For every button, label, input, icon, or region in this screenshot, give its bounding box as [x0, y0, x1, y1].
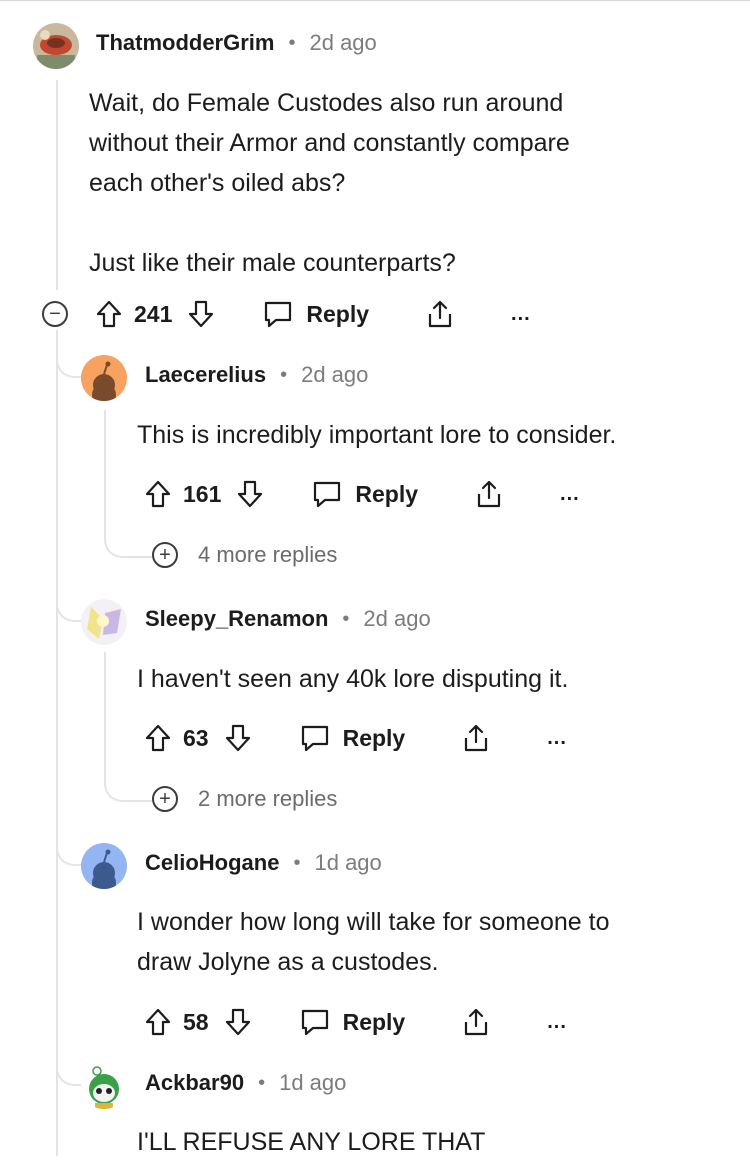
downvote-icon[interactable] [237, 479, 263, 509]
more-options-button[interactable]: ... [511, 303, 531, 326]
comment-author[interactable]: Ackbar90 [145, 1070, 244, 1096]
avatar-image [87, 607, 121, 639]
reply-label: Reply [342, 724, 406, 751]
comment-actions: 63 Reply ... [145, 716, 615, 760]
thread-line-root [56, 80, 58, 290]
thread-connector [56, 1040, 82, 1086]
comment-actions: 161 Reply ... [145, 472, 615, 516]
upvote-icon[interactable] [145, 479, 171, 509]
avatar-image [89, 1066, 119, 1109]
comment-author[interactable]: ThatmodderGrim [96, 30, 274, 56]
thread-connector [56, 330, 82, 378]
more-replies-link[interactable]: + 2 more replies [152, 786, 337, 812]
snoo-avatar-icon [92, 361, 116, 401]
separator-dot: • [258, 1071, 266, 1094]
more-replies-label: 2 more replies [198, 786, 338, 811]
reply-button[interactable]: Reply [299, 723, 406, 753]
upvote-icon[interactable] [96, 299, 122, 329]
comment-timestamp: 2d ago [309, 30, 377, 55]
avatar[interactable] [81, 599, 127, 645]
comment-body: This is incredibly important lore to con… [137, 421, 617, 449]
reply-label: Reply [342, 1008, 406, 1035]
comment-author[interactable]: Sleepy_Renamon [145, 606, 328, 632]
more-replies-link[interactable]: + 4 more replies [152, 542, 337, 568]
more-replies-label: 4 more replies [198, 542, 338, 567]
share-icon[interactable] [461, 722, 491, 754]
comment-timestamp: 2d ago [301, 362, 369, 387]
reply-button[interactable]: Reply [311, 479, 418, 509]
chat-bubble-icon [311, 479, 343, 509]
snoo-avatar-icon [92, 849, 116, 889]
plus-icon: + [152, 542, 178, 568]
vote-score: 58 [183, 1008, 209, 1035]
comment-body: I'LL REFUSE ANY LORE THAT [137, 1128, 486, 1156]
chat-bubble-icon [262, 299, 294, 329]
downvote-icon[interactable] [225, 1007, 251, 1037]
comment-actions: 58 Reply ... [145, 1000, 615, 1044]
avatar[interactable] [81, 843, 127, 889]
comment-body: I haven't seen any 40k lore disputing it… [137, 665, 569, 693]
collapse-thread-button[interactable]: − [42, 301, 68, 327]
comment-timestamp: 1d ago [314, 850, 382, 875]
comment-actions: 241 Reply ... [96, 292, 566, 336]
comment-timestamp: 2d ago [363, 606, 431, 631]
vote-score: 63 [183, 724, 209, 751]
thread-line-root [56, 338, 58, 1156]
more-options-button[interactable]: ... [547, 1011, 567, 1034]
thread-connector [56, 820, 82, 866]
thread-connector [56, 560, 82, 622]
chat-bubble-icon [299, 723, 331, 753]
more-options-button[interactable]: ... [560, 483, 580, 506]
avatar[interactable] [33, 23, 79, 69]
upvote-icon[interactable] [145, 723, 171, 753]
minus-icon: − [49, 303, 61, 325]
share-icon[interactable] [461, 1006, 491, 1038]
comment-author[interactable]: Laecerelius [145, 362, 266, 388]
downvote-icon[interactable] [225, 723, 251, 753]
vote-score: 241 [134, 300, 173, 327]
avatar[interactable] [81, 1063, 127, 1109]
share-icon[interactable] [474, 478, 504, 510]
separator-dot: • [342, 607, 350, 630]
comment-author[interactable]: CelioHogane [145, 850, 279, 876]
reply-label: Reply [306, 300, 370, 327]
comment-body: I wonder how long will take for someone … [137, 908, 610, 976]
reply-label: Reply [355, 480, 419, 507]
plus-icon: + [152, 786, 178, 812]
separator-dot: • [280, 363, 288, 386]
avatar-image [33, 23, 79, 69]
reply-button[interactable]: Reply [299, 1007, 406, 1037]
downvote-icon[interactable] [188, 299, 214, 329]
upvote-icon[interactable] [145, 1007, 171, 1037]
comment-body: Wait, do Female Custodes also run around… [89, 89, 570, 277]
avatar[interactable] [81, 355, 127, 401]
separator-dot: • [288, 31, 296, 54]
separator-dot: • [293, 851, 301, 874]
chat-bubble-icon [299, 1007, 331, 1037]
comment-timestamp: 1d ago [279, 1070, 347, 1095]
more-options-button[interactable]: ... [547, 727, 567, 750]
reply-button[interactable]: Reply [262, 299, 369, 329]
top-divider [0, 0, 750, 1]
vote-score: 161 [183, 480, 222, 507]
share-icon[interactable] [425, 298, 455, 330]
